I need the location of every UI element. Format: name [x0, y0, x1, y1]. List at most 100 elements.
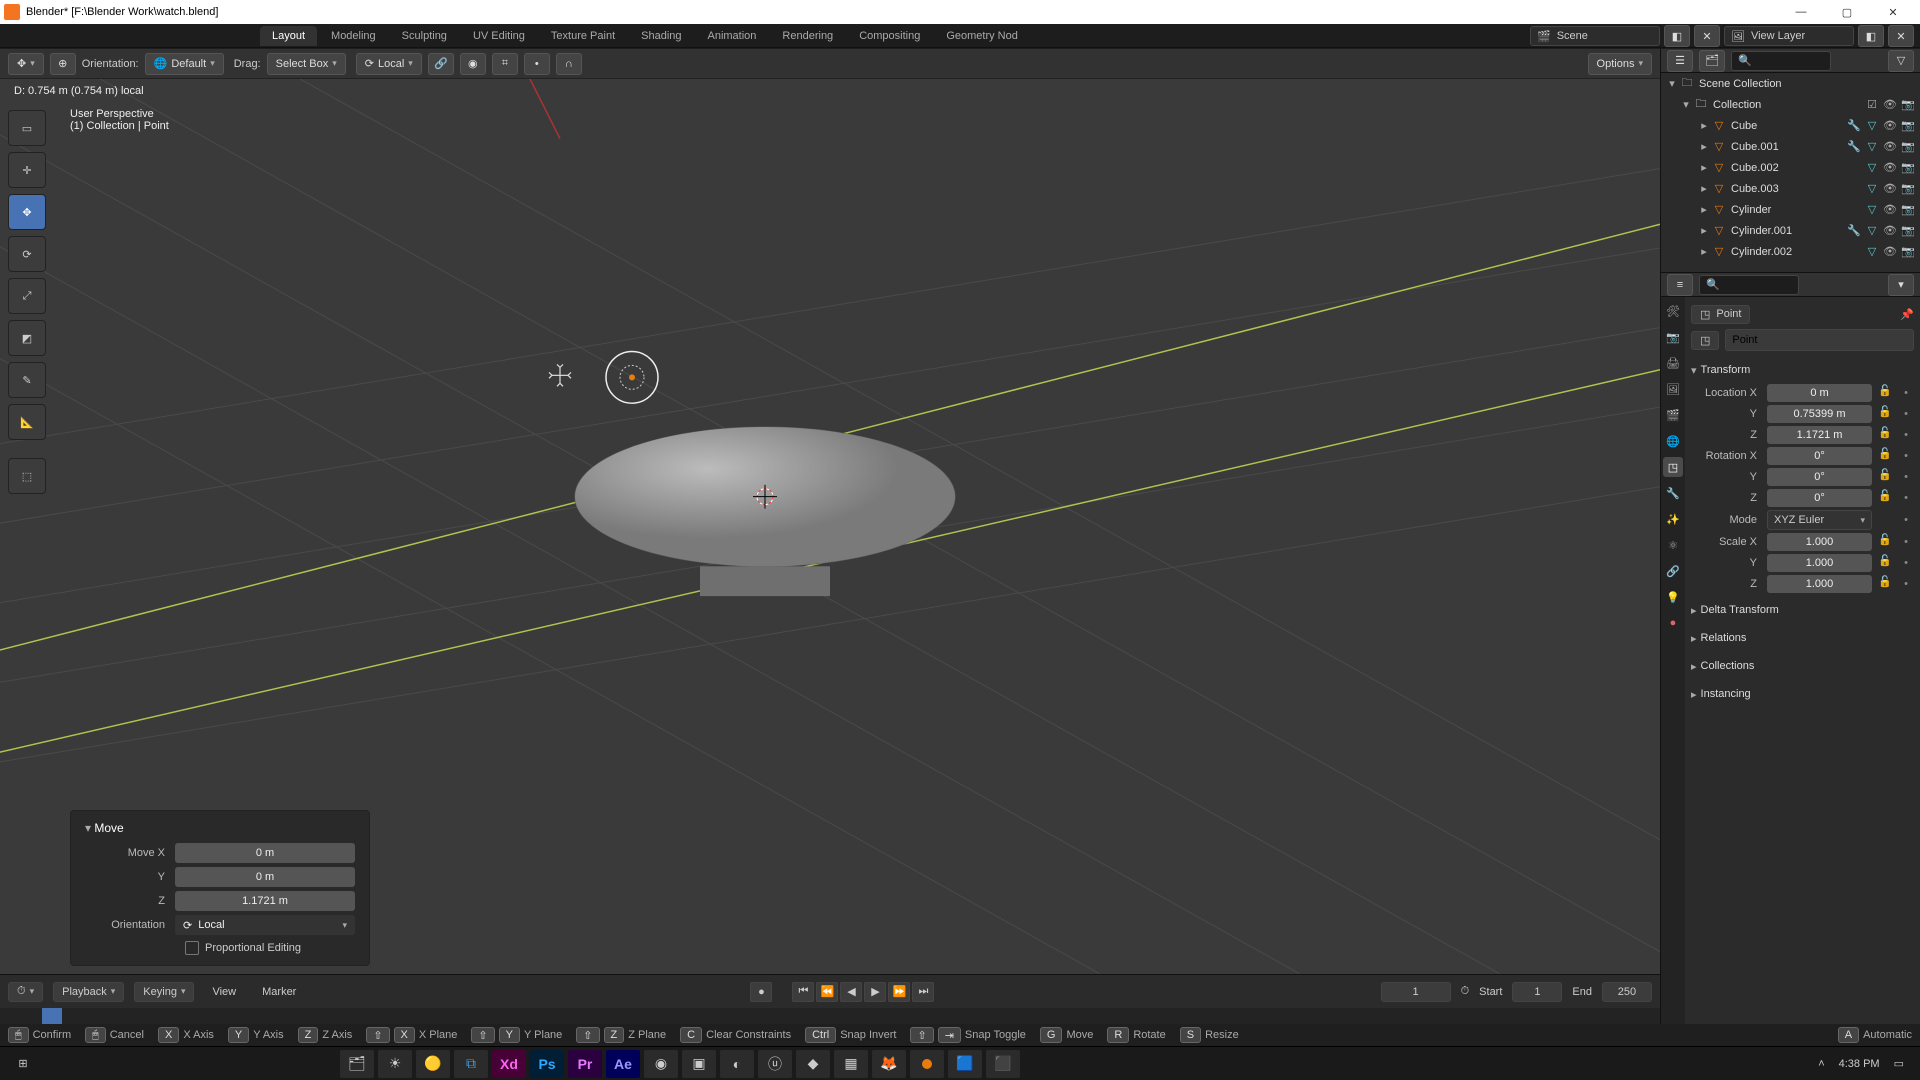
op-move-y-field[interactable]: 0 m [175, 867, 355, 887]
outliner-tree[interactable]: ▾ 🗀 Scene Collection ▾ 🗀 Collection ☑👁📷 … [1661, 73, 1920, 273]
eye-icon[interactable]: 👁 [1882, 119, 1898, 132]
outliner-search[interactable]: 🔍 [1731, 51, 1831, 71]
mesh-data-icon[interactable]: ▽ [1864, 203, 1880, 216]
app-firefox[interactable]: 🦊 [872, 1050, 906, 1078]
falloff-button[interactable]: ∩ [556, 53, 582, 75]
exclude-checkbox[interactable]: ☑ [1864, 98, 1880, 111]
system-tray[interactable]: ˄ 4:38 PM ▭ [1818, 1057, 1914, 1070]
local-view-selector[interactable]: ⟳ Local ▾ [356, 53, 422, 75]
outliner-item[interactable]: ▸▽Cube🔧▽👁📷 [1661, 115, 1920, 136]
current-frame-field[interactable]: 1 [1381, 982, 1451, 1002]
lock-icon[interactable]: 🔓 [1876, 447, 1894, 465]
eye-icon[interactable]: 👁 [1882, 161, 1898, 174]
tab-uv-editing[interactable]: UV Editing [461, 26, 537, 46]
end-frame-field[interactable]: 250 [1602, 982, 1652, 1002]
tab-render[interactable]: 📷 [1663, 327, 1683, 347]
object-name-field[interactable] [1725, 329, 1914, 351]
app-chrome[interactable]: 🟡 [416, 1050, 450, 1078]
tab-compositing[interactable]: Compositing [847, 26, 932, 46]
op-orientation-dropdown[interactable]: ⟳ Local▾ [175, 915, 355, 935]
app-generic-3[interactable]: ▦ [834, 1050, 868, 1078]
tool-move[interactable]: ✥ [8, 194, 46, 230]
start-frame-field[interactable]: 1 [1512, 982, 1562, 1002]
section-transform[interactable]: Transform [1691, 359, 1914, 381]
outliner-editor-selector[interactable]: ☰ [1667, 50, 1693, 72]
op-proportional-checkbox[interactable]: Proportional Editing [185, 941, 355, 955]
wrench-icon[interactable]: 🔧 [1846, 140, 1862, 153]
section-collections[interactable]: Collections [1691, 655, 1914, 677]
section-relations[interactable]: Relations [1691, 627, 1914, 649]
properties-options[interactable]: ▾ [1888, 274, 1914, 296]
tool-rotate[interactable]: ⟳ [8, 236, 46, 272]
scale-z-field[interactable]: 1.000 [1767, 575, 1872, 593]
tool-add-cube[interactable]: ⬚ [8, 458, 46, 494]
rotation-mode-dropdown[interactable]: XYZ Euler▾ [1767, 510, 1872, 530]
outliner-item[interactable]: ▸▽Cylinder▽👁📷 [1661, 199, 1920, 220]
tab-layout[interactable]: Layout [260, 26, 317, 46]
mesh-data-icon[interactable]: ▽ [1864, 182, 1880, 195]
scene-close-button[interactable]: ✕ [1694, 25, 1720, 47]
eye-icon[interactable]: 👁 [1882, 182, 1898, 195]
camera-icon[interactable]: 📷 [1900, 245, 1916, 258]
section-instancing[interactable]: Instancing [1691, 683, 1914, 705]
lock-icon[interactable]: 🔓 [1876, 384, 1894, 402]
outliner-item[interactable]: ▸▽Cube.002▽👁📷 [1661, 157, 1920, 178]
app-generic-4[interactable]: 🟦 [948, 1050, 982, 1078]
app-weather[interactable]: ☀ [378, 1050, 412, 1078]
mode-selector[interactable]: ✥ ▾ [8, 53, 44, 75]
lock-icon[interactable]: 🔓 [1876, 533, 1894, 551]
app-unreal[interactable]: ⓤ [758, 1050, 792, 1078]
jump-start-button[interactable]: ⏮ [792, 982, 814, 1002]
tab-modifiers[interactable]: 🔧 [1663, 483, 1683, 503]
camera-icon[interactable]: 📷 [1900, 182, 1916, 195]
app-davinci[interactable]: ◐ [720, 1050, 754, 1078]
mesh-data-icon[interactable]: ▽ [1864, 224, 1880, 237]
scale-y-field[interactable]: 1.000 [1767, 554, 1872, 572]
tab-tool[interactable]: 🛠 [1663, 301, 1683, 321]
timeline-playback[interactable]: Playback ▾ [53, 982, 124, 1002]
timeline-editor-selector[interactable]: ⏱ ▾ [8, 982, 43, 1002]
app-xd[interactable]: Xd [492, 1050, 526, 1078]
datablock-chip[interactable]: ◳ [1691, 331, 1719, 350]
playhead[interactable] [42, 1008, 62, 1024]
location-y-field[interactable]: 0.75399 m [1767, 405, 1872, 423]
next-key-button[interactable]: ⏩ [888, 982, 910, 1002]
lock-icon[interactable]: 🔓 [1876, 575, 1894, 593]
window-close-button[interactable]: ✕ [1870, 0, 1916, 24]
camera-icon[interactable]: 📷 [1900, 140, 1916, 153]
location-x-field[interactable]: 0 m [1767, 384, 1872, 402]
tool-select-box[interactable]: ▭ [8, 110, 46, 146]
tool-scale[interactable]: ⤢ [8, 278, 46, 314]
tool-annotate[interactable]: ✎ [8, 362, 46, 398]
options-dropdown[interactable]: Options ▾ [1588, 53, 1652, 75]
tab-world[interactable]: 🌐 [1663, 431, 1683, 451]
camera-icon[interactable]: 📷 [1900, 224, 1916, 237]
snap-button[interactable]: 🔗 [428, 53, 454, 75]
app-premiere[interactable]: Pr [568, 1050, 602, 1078]
window-minimize-button[interactable]: — [1778, 0, 1824, 24]
3d-viewport[interactable]: Move Move X0 m Y0 m Z1.1721 m Orientatio… [0, 79, 1660, 974]
app-generic-2[interactable]: ◆ [796, 1050, 830, 1078]
operator-redo-panel[interactable]: Move Move X0 m Y0 m Z1.1721 m Orientatio… [70, 810, 370, 966]
eye-icon[interactable]: 👁 [1882, 98, 1898, 111]
lock-icon[interactable]: 🔓 [1876, 426, 1894, 444]
wrench-icon[interactable]: 🔧 [1846, 119, 1862, 132]
lock-icon[interactable]: 🔓 [1876, 405, 1894, 423]
app-generic-1[interactable]: ▣ [682, 1050, 716, 1078]
tab-geometry-nodes[interactable]: Geometry Nod [934, 26, 1030, 46]
tab-shading[interactable]: Shading [629, 26, 693, 46]
scene-browse-button[interactable]: ◧ [1664, 25, 1690, 47]
scene-selector[interactable]: 🎬 Scene [1530, 26, 1660, 46]
tray-chevron-icon[interactable]: ˄ [1818, 1058, 1824, 1070]
proportional-edit-button[interactable]: ◉ [460, 53, 486, 75]
outliner-scene-collection[interactable]: ▾ 🗀 Scene Collection [1661, 73, 1920, 94]
tool-transform[interactable]: ◩ [8, 320, 46, 356]
tab-sculpting[interactable]: Sculpting [390, 26, 459, 46]
mesh-data-icon[interactable]: ▽ [1864, 140, 1880, 153]
viewlayer-selector[interactable]: 🖼 View Layer [1724, 26, 1854, 46]
viewlayer-close-button[interactable]: ✕ [1888, 25, 1914, 47]
mesh-data-icon[interactable]: ▽ [1864, 245, 1880, 258]
tab-animation[interactable]: Animation [696, 26, 769, 46]
tool-cursor[interactable]: ✛ [8, 152, 46, 188]
center-view-button[interactable]: • [524, 53, 550, 75]
